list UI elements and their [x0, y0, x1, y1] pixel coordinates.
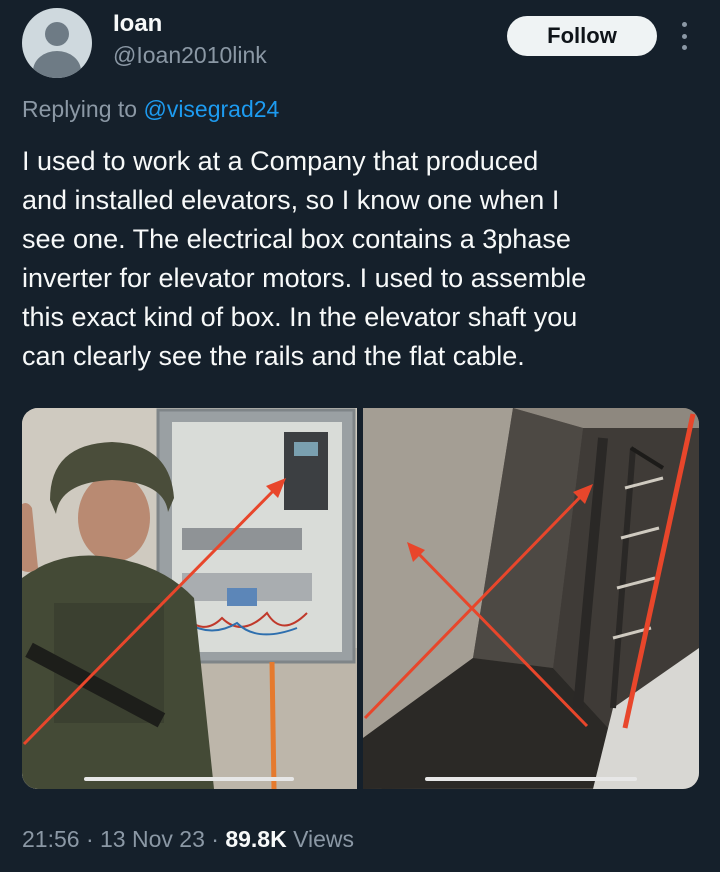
dot	[681, 45, 687, 50]
separator: ·	[211, 826, 219, 852]
tweet-line: see one. The electrical box contains a 3…	[22, 224, 571, 254]
media-grid	[22, 408, 699, 789]
avatar-head-shape	[45, 22, 69, 46]
follow-button[interactable]: Follow	[507, 16, 657, 56]
tweet-line: I used to work at a Company that produce…	[22, 146, 539, 176]
soldier-box-illustration	[22, 408, 357, 789]
tweet-line: can clearly see the rails and the flat c…	[22, 341, 525, 371]
views-count[interactable]: 89.8K	[225, 826, 286, 852]
tweet-time[interactable]: 21:56	[22, 826, 80, 852]
tweet-line: this exact kind of box. In the elevator …	[22, 302, 578, 332]
tweet-line: inverter for elevator motors. I used to …	[22, 263, 587, 293]
author-name[interactable]: Ioan	[113, 10, 162, 38]
author-avatar[interactable]	[22, 8, 92, 78]
dot	[681, 22, 687, 27]
more-vertical-icon[interactable]	[676, 22, 692, 50]
elevator-shaft-image[interactable]	[363, 408, 699, 789]
views-label: Views	[293, 826, 355, 852]
reply-mention-link[interactable]: @visegrad24	[143, 96, 279, 122]
image-scrubber[interactable]	[425, 777, 637, 781]
soldier-electrical-box-image[interactable]	[22, 408, 357, 789]
separator: ·	[85, 826, 94, 852]
tweet-date[interactable]: 13 Nov 23	[100, 826, 205, 852]
author-handle[interactable]: @Ioan2010link	[113, 42, 267, 69]
elevator-shaft-illustration	[363, 408, 699, 789]
dot	[681, 33, 687, 39]
tweet-meta: 21:56 · 13 Nov 23 · 89.8K Views	[22, 826, 354, 853]
avatar-body-shape	[33, 51, 81, 78]
replying-to-prefix: Replying to	[22, 96, 138, 122]
image-scrubber[interactable]	[84, 777, 294, 781]
tweet-text: I used to work at a Company that produce…	[22, 142, 702, 376]
replying-to: Replying to @visegrad24	[22, 96, 279, 123]
tweet-line: and installed elevators, so I know one w…	[22, 185, 560, 215]
